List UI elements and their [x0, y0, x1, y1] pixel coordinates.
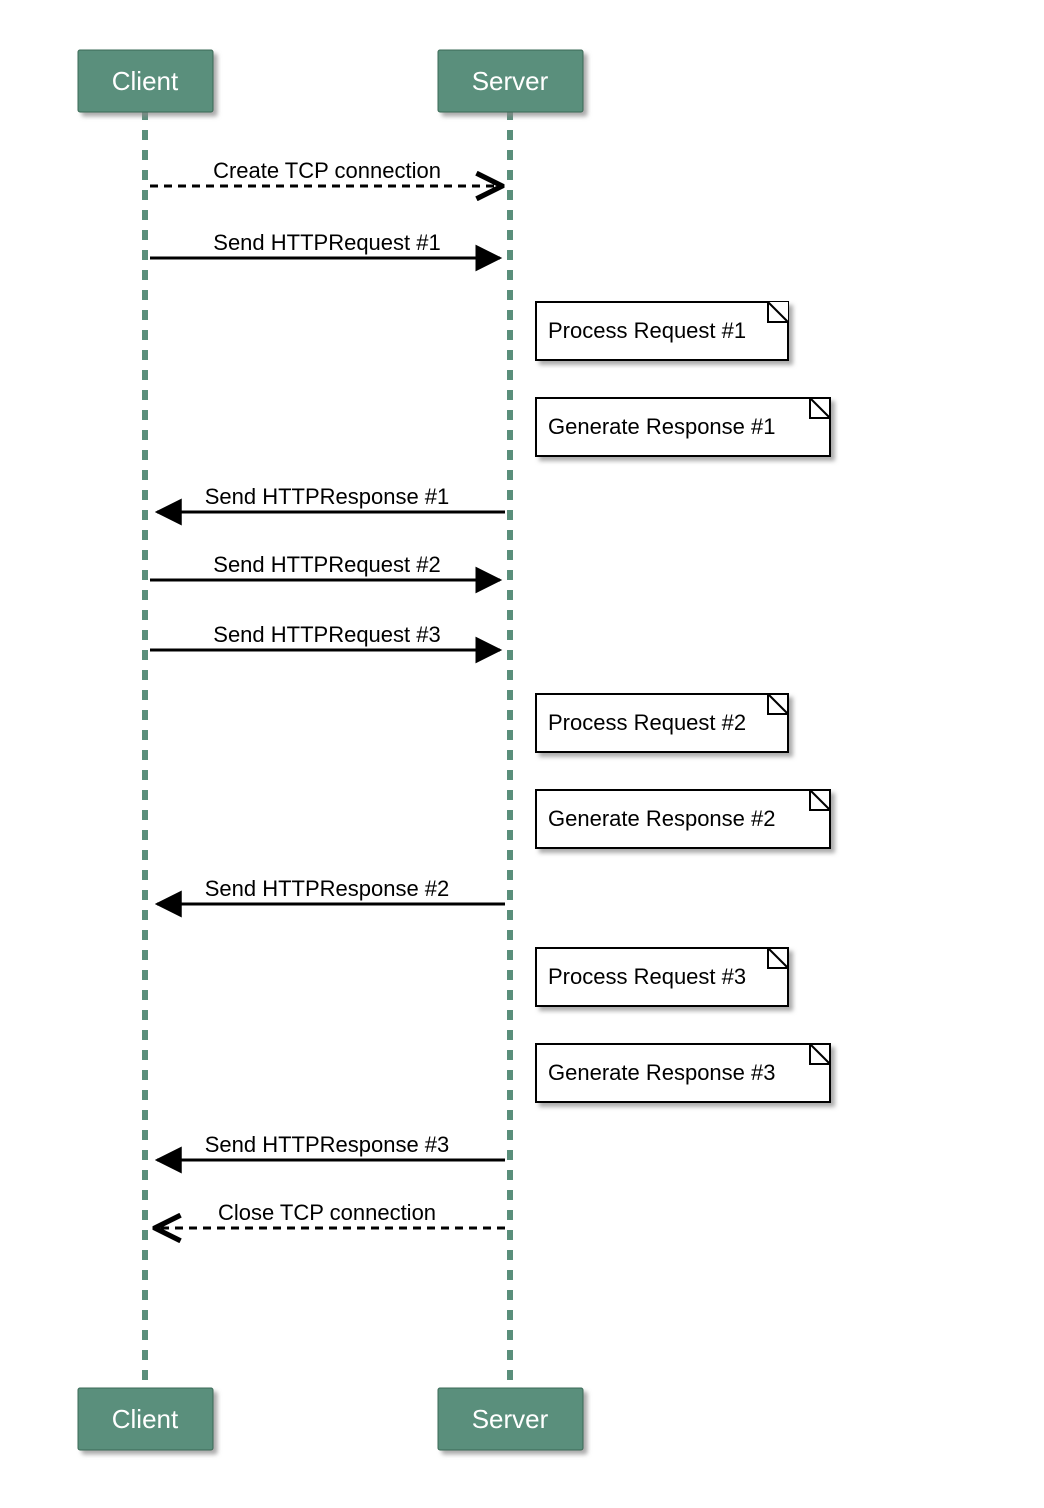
actor-label: Client [112, 66, 179, 96]
note-gen1: Generate Response #1 [536, 398, 830, 456]
note-proc2: Process Request #2 [536, 694, 788, 752]
msg-create-tcp: Create TCP connection [150, 158, 500, 186]
msg-send-req1: Send HTTPRequest #1 [150, 230, 500, 258]
svg-text:Process Request #3: Process Request #3 [548, 964, 746, 989]
svg-text:Generate Response #3: Generate Response #3 [548, 1060, 776, 1085]
actor-client-top: Client [78, 50, 213, 112]
svg-text:Send HTTPRequest #1: Send HTTPRequest #1 [213, 230, 440, 255]
svg-text:Generate Response #1: Generate Response #1 [548, 414, 776, 439]
svg-text:Generate Response #2: Generate Response #2 [548, 806, 776, 831]
msg-send-resp3: Send HTTPResponse #3 [157, 1132, 505, 1160]
actor-client-bottom: Client [78, 1388, 213, 1450]
actor-server-bottom: Server [438, 1388, 583, 1450]
svg-text:Send HTTPResponse #1: Send HTTPResponse #1 [205, 484, 450, 509]
note-proc1: Process Request #1 [536, 302, 788, 360]
actor-label: Server [472, 1404, 549, 1434]
msg-send-resp2: Send HTTPResponse #2 [157, 876, 505, 904]
actor-label: Server [472, 66, 549, 96]
svg-text:Send HTTPResponse #3: Send HTTPResponse #3 [205, 1132, 450, 1157]
svg-text:Process Request #2: Process Request #2 [548, 710, 746, 735]
msg-send-req3: Send HTTPRequest #3 [150, 622, 500, 650]
note-gen3: Generate Response #3 [536, 1044, 830, 1102]
msg-send-resp1: Send HTTPResponse #1 [157, 484, 505, 512]
msg-send-req2: Send HTTPRequest #2 [150, 552, 500, 580]
svg-text:Close TCP connection: Close TCP connection [218, 1200, 436, 1225]
svg-text:Process Request #1: Process Request #1 [548, 318, 746, 343]
actor-label: Client [112, 1404, 179, 1434]
notes: Process Request #1 Generate Response #1 … [536, 302, 830, 1102]
note-gen2: Generate Response #2 [536, 790, 830, 848]
svg-text:Send HTTPRequest #2: Send HTTPRequest #2 [213, 552, 440, 577]
note-proc3: Process Request #3 [536, 948, 788, 1006]
actor-server-top: Server [438, 50, 583, 112]
svg-text:Create TCP connection: Create TCP connection [213, 158, 441, 183]
messages: Create TCP connection Send HTTPRequest #… [150, 158, 505, 1228]
msg-close-tcp: Close TCP connection [157, 1200, 505, 1228]
sequence-diagram: Client Server Create TCP connection Send… [0, 0, 1044, 1508]
svg-text:Send HTTPResponse #2: Send HTTPResponse #2 [205, 876, 450, 901]
svg-text:Send HTTPRequest #3: Send HTTPRequest #3 [213, 622, 440, 647]
